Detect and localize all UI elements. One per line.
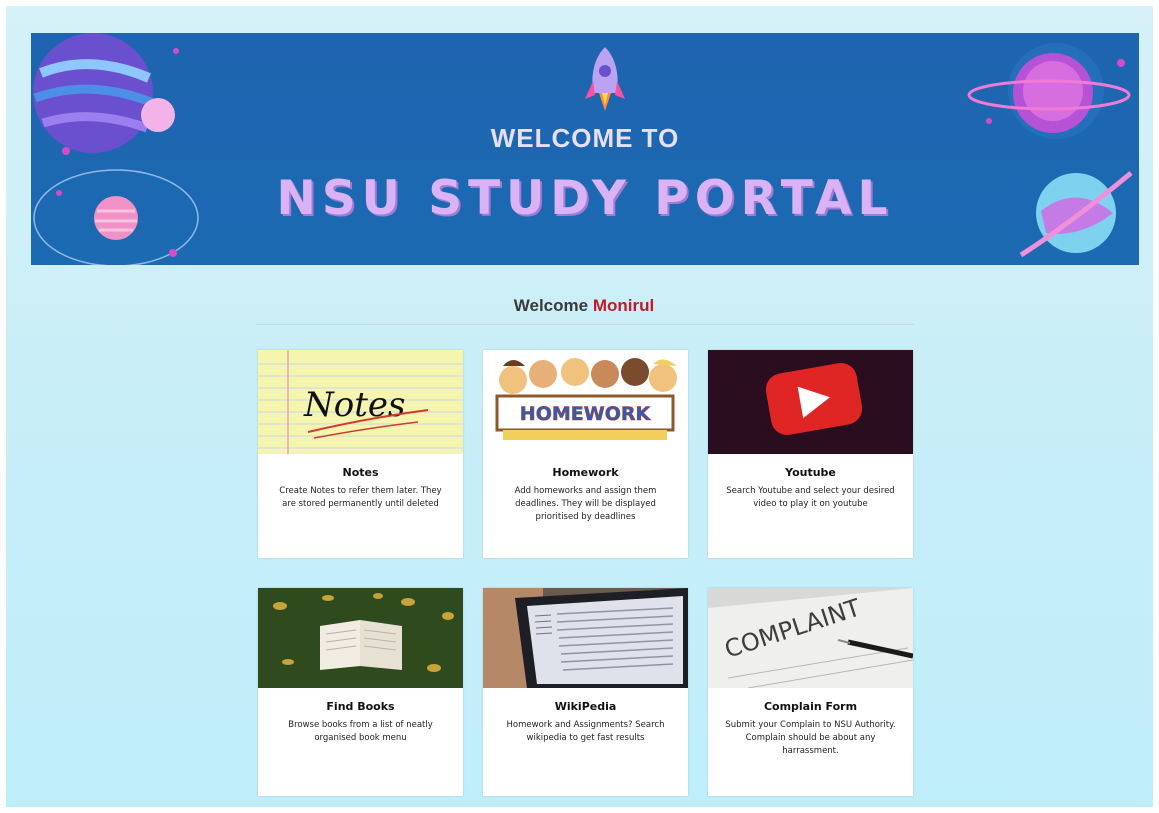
complaint-form-icon: COMPLAINT	[708, 588, 913, 688]
youtube-play-icon	[708, 350, 913, 454]
card-homework[interactable]: HOMEWORK Homework Add homeworks and assi…	[483, 350, 688, 558]
card-youtube[interactable]: Youtube Search Youtube and select your d…	[708, 350, 913, 558]
card-notes[interactable]: Notes Notes Create Notes to refer them l…	[258, 350, 463, 558]
homework-kids-icon: HOMEWORK	[483, 350, 688, 454]
card-title: WikiPedia	[554, 700, 617, 713]
welcome-prefix: Welcome	[513, 296, 589, 315]
card-description: Submit your Complain to NSU Authority. C…	[725, 720, 896, 756]
divider	[256, 324, 914, 325]
card-description: Add homeworks and assign them deadlines.…	[514, 486, 657, 522]
portal-banner: WELCOME TO NSU STUDY PORTAL	[31, 33, 1139, 265]
card-description: Search Youtube and select your desired v…	[726, 486, 895, 509]
laptop-wiki-icon	[483, 588, 688, 688]
card-description: Homework and Assignments? Search wikiped…	[506, 720, 665, 743]
page-frame: WELCOME TO NSU STUDY PORTAL Welcome Moni…	[6, 6, 1153, 807]
rocket-icon	[585, 47, 625, 111]
homework-image-text: HOMEWORK	[520, 403, 652, 425]
open-book-icon	[258, 588, 463, 688]
welcome-to-text: WELCOME TO	[490, 123, 680, 153]
card-wikipedia[interactable]: WikiPedia Homework and Assignments? Sear…	[483, 588, 688, 796]
card-complain-form[interactable]: COMPLAINT Complain Form Submit your Comp…	[708, 588, 913, 796]
card-title: Find Books	[326, 700, 395, 713]
portal-title: NSU STUDY PORTAL	[276, 171, 894, 226]
notes-image-text: Notes	[303, 385, 405, 425]
card-description: Browse books from a list of neatly organ…	[288, 720, 433, 743]
card-title: Notes	[342, 466, 379, 479]
welcome-message: Welcome Monirul	[256, 296, 912, 316]
card-title: Complain Form	[763, 700, 858, 713]
notes-paper-icon: Notes	[258, 350, 463, 454]
card-title: Youtube	[785, 466, 836, 479]
card-find-books[interactable]: Find Books Browse books from a list of n…	[258, 588, 463, 796]
username: Monirul	[592, 296, 655, 315]
card-description: Create Notes to refer them later. They a…	[279, 486, 442, 509]
card-title: Homework	[552, 466, 619, 479]
